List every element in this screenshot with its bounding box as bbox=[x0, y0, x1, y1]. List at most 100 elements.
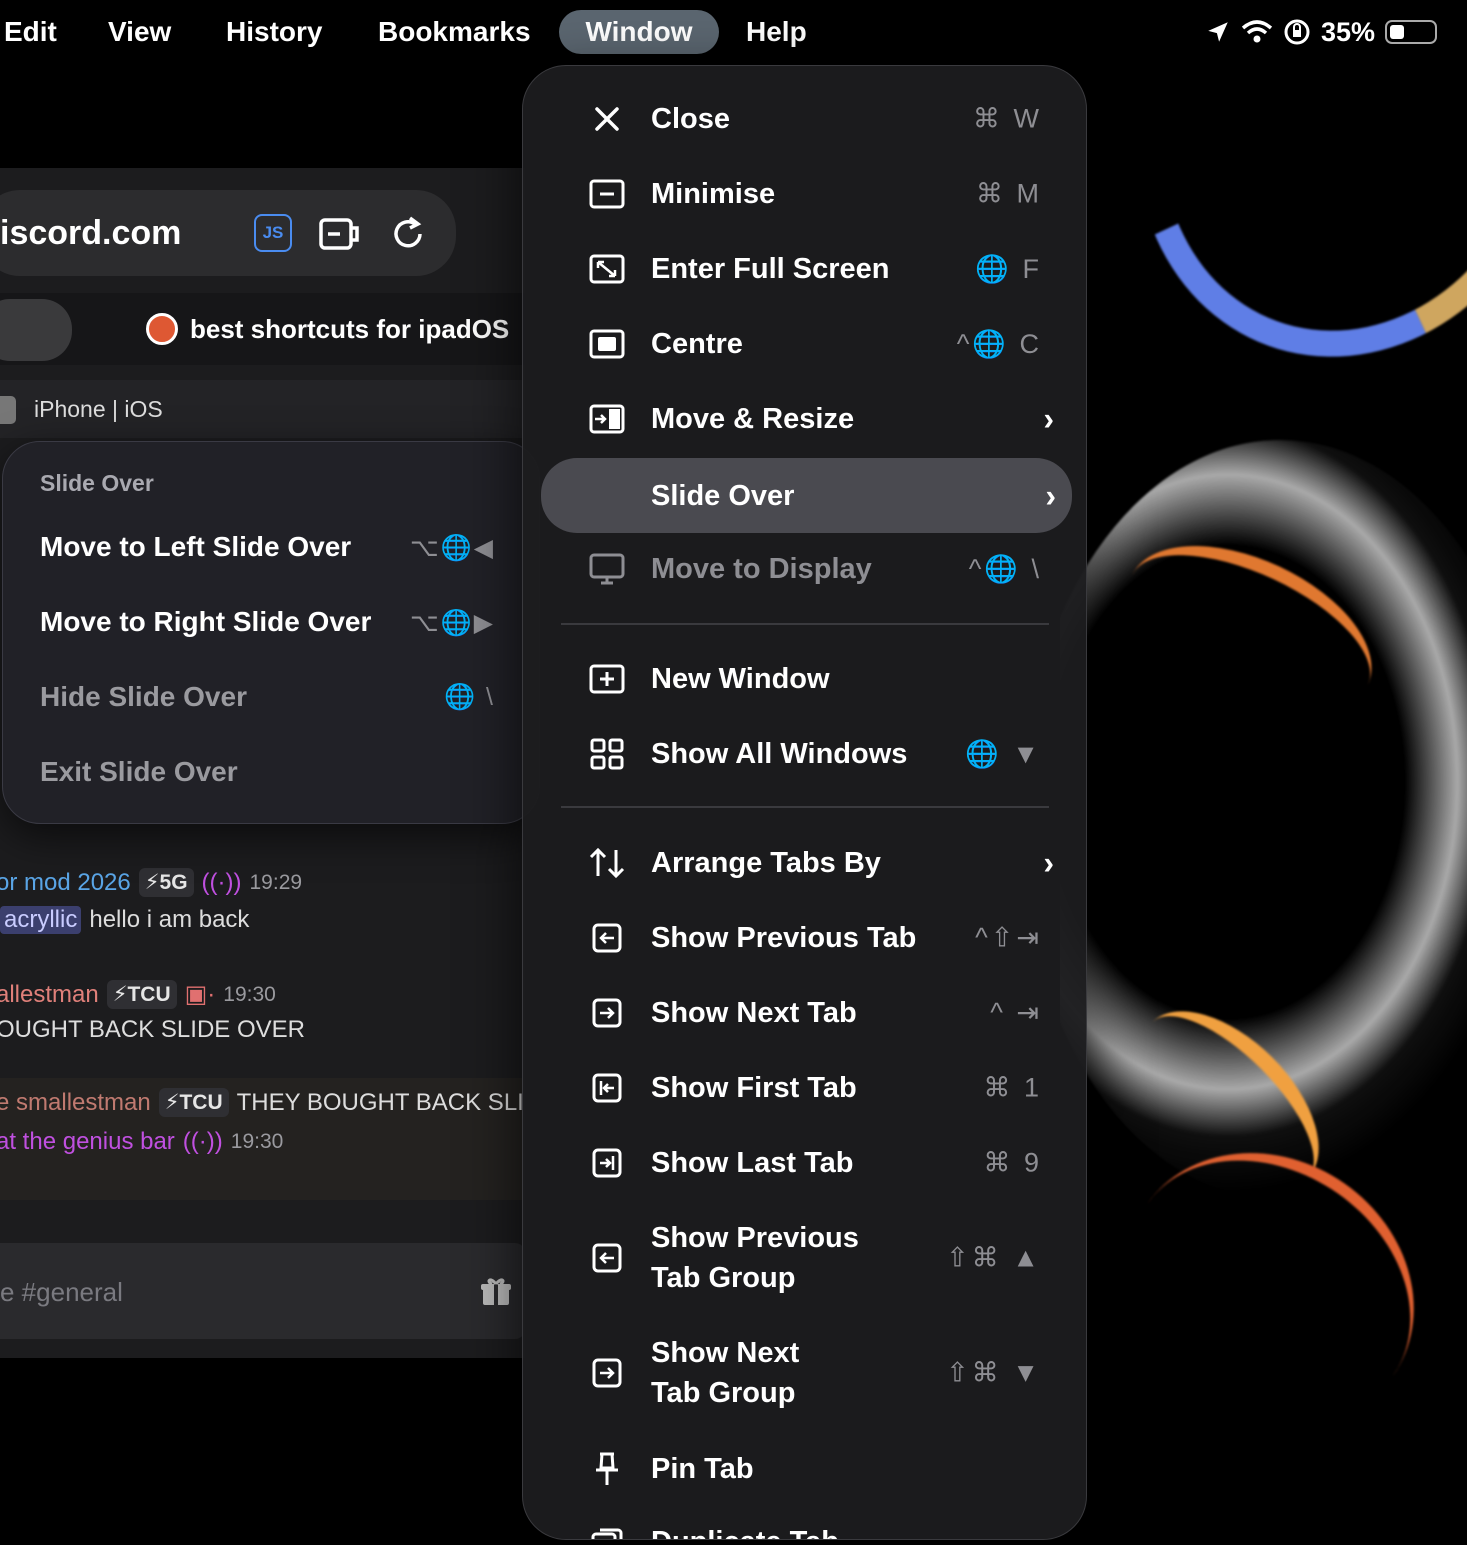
url-text[interactable]: iscord.com bbox=[0, 214, 181, 253]
menu-item-shortcut: ⌘ M bbox=[976, 178, 1042, 208]
menu-help[interactable]: Help bbox=[720, 10, 833, 54]
first-tab-icon bbox=[587, 1068, 627, 1108]
menu-item-label: Pin Tab bbox=[651, 1452, 754, 1485]
server-icon bbox=[0, 396, 16, 424]
menu-item-pin-tab[interactable]: Pin Tab bbox=[523, 1431, 1086, 1506]
menu-item-show-previous-tab[interactable]: Show Previous Tab ^⇧⇥ bbox=[523, 900, 1086, 975]
menu-item-label: Show All Windows bbox=[651, 737, 908, 770]
battery-icon bbox=[1385, 20, 1437, 44]
menu-item-duplicate-tab[interactable]: Duplicate Tab bbox=[523, 1504, 1086, 1539]
reload-icon[interactable] bbox=[388, 214, 428, 259]
previous-group-icon bbox=[587, 1238, 627, 1278]
battery-percent: 35% bbox=[1320, 16, 1375, 47]
menu-item-close[interactable]: Close ⌘ W bbox=[523, 81, 1086, 156]
chevron-right-icon: › bbox=[1045, 477, 1056, 513]
tab-inactive[interactable] bbox=[0, 299, 72, 361]
menu-item-label: Move to Display bbox=[651, 552, 872, 585]
channel-name: iPhone | iOS bbox=[34, 396, 163, 422]
menu-item-arrange-tabs-by[interactable]: Arrange Tabs By › bbox=[523, 825, 1086, 900]
menu-item-show-first-tab[interactable]: Show First Tab ⌘ 1 bbox=[523, 1050, 1086, 1125]
fullscreen-icon bbox=[587, 249, 627, 289]
menu-item-minimise[interactable]: Minimise ⌘ M bbox=[523, 156, 1086, 231]
wallpaper-swirl bbox=[1072, 1097, 1467, 1483]
menu-item-slide-over[interactable]: Slide Over › bbox=[541, 458, 1072, 533]
timestamp: 19:30 bbox=[230, 1130, 284, 1153]
menu-window[interactable]: Window bbox=[559, 10, 719, 54]
display-icon bbox=[587, 549, 627, 589]
menu-item-show-next-tab[interactable]: Show Next Tab ^ ⇥ bbox=[523, 975, 1086, 1050]
menu-item-shortcut: ⌘ 1 bbox=[983, 1072, 1042, 1102]
badge-icon: ▣· bbox=[184, 981, 216, 1008]
message-header: allestman ⚡TCU ▣· 19:30 bbox=[0, 980, 276, 1009]
chevron-right-icon: › bbox=[1043, 400, 1054, 436]
menu-item-shortcut: ⌥🌐▶ bbox=[409, 609, 495, 637]
menu-item-shortcut: ^ ⇥ bbox=[990, 997, 1042, 1027]
wifi-icon bbox=[1241, 19, 1273, 45]
menu-bookmarks[interactable]: Bookmarks bbox=[352, 10, 557, 54]
menu-item-move-right-slide-over[interactable]: Move to Right Slide Over ⌥🌐▶ bbox=[3, 592, 541, 652]
menu-item-shortcut: ⌥🌐◀ bbox=[409, 534, 495, 562]
menu-item-shortcut: ⇧⌘ ▲ bbox=[946, 1242, 1042, 1273]
menu-divider bbox=[561, 806, 1049, 808]
mention[interactable]: acryllic bbox=[0, 906, 82, 934]
tab-active-label[interactable]: best shortcuts for ipadOS bbox=[190, 314, 525, 345]
username[interactable]: e smallestman bbox=[0, 1089, 151, 1117]
menu-history[interactable]: History bbox=[200, 10, 348, 54]
location-icon bbox=[1205, 19, 1231, 45]
menu-edit[interactable]: Edit bbox=[0, 10, 83, 54]
next-tab-icon bbox=[587, 993, 627, 1033]
move-resize-icon bbox=[587, 399, 627, 439]
menu-item-exit-slide-over[interactable]: Exit Slide Over bbox=[3, 742, 541, 802]
menu-item-label: Arrange Tabs By bbox=[651, 846, 881, 879]
duckduckgo-icon bbox=[146, 313, 178, 345]
menu-item-hide-slide-over[interactable]: Hide Slide Over 🌐 \ bbox=[3, 667, 541, 727]
menu-item-shortcut: 🌐 \ bbox=[443, 683, 495, 711]
sort-arrows-icon bbox=[587, 843, 627, 883]
menu-item-label: New Window bbox=[651, 662, 830, 695]
submenu-header: Slide Over bbox=[40, 470, 154, 496]
js-toggle-button[interactable]: JS bbox=[254, 214, 292, 252]
username[interactable]: at the genius bar bbox=[0, 1128, 175, 1156]
grid-icon bbox=[587, 734, 627, 774]
menu-item-show-last-tab[interactable]: Show Last Tab ⌘ 9 bbox=[523, 1125, 1086, 1200]
menu-view[interactable]: View bbox=[82, 10, 197, 54]
gift-icon[interactable] bbox=[480, 1276, 512, 1316]
menu-item-move-left-slide-over[interactable]: Move to Left Slide Over ⌥🌐◀ bbox=[3, 517, 541, 577]
menu-item-label: Show Next Tab bbox=[651, 996, 857, 1029]
menu-item-label: Enter Full Screen bbox=[651, 252, 890, 285]
menu-item-shortcut: ⌘ W bbox=[973, 103, 1042, 133]
menu-item-centre[interactable]: Centre ^🌐 C bbox=[523, 306, 1086, 381]
previous-tab-icon bbox=[587, 918, 627, 958]
menu-item-shortcut: 🌐 F bbox=[975, 253, 1042, 284]
minimise-icon bbox=[587, 174, 627, 214]
menu-item-move-resize[interactable]: Move & Resize › bbox=[523, 381, 1086, 456]
menu-item-show-all-windows[interactable]: Show All Windows 🌐 ▼ bbox=[523, 716, 1086, 791]
menu-item-new-window[interactable]: New Window bbox=[523, 641, 1086, 716]
menu-item-label: Close bbox=[651, 102, 730, 135]
menu-item-label: Show Previous Tab Group bbox=[651, 1222, 859, 1294]
menu-item-show-previous-tab-group[interactable]: Show Previous Tab Group ⇧⌘ ▲ bbox=[523, 1203, 1086, 1313]
menu-item-shortcut: ^⇧⇥ bbox=[975, 922, 1042, 952]
menu-item-show-next-tab-group[interactable]: Show Next Tab Group ⇧⌘ ▼ bbox=[523, 1318, 1086, 1428]
menu-item-label: Move & Resize bbox=[651, 402, 855, 435]
last-tab-icon bbox=[587, 1143, 627, 1183]
orientation-lock-icon bbox=[1283, 18, 1311, 46]
extension-icon[interactable] bbox=[318, 214, 364, 259]
status-bar: 35% bbox=[1205, 14, 1437, 50]
menu-item-enter-full-screen[interactable]: Enter Full Screen 🌐 F bbox=[523, 231, 1086, 306]
window-menu: Close ⌘ W Minimise ⌘ M Enter Full Screen… bbox=[522, 65, 1087, 1540]
menu-bar: Edit View History Bookmarks Window Help … bbox=[0, 0, 1467, 64]
slide-over-submenu: Slide Over Move to Left Slide Over ⌥🌐◀ M… bbox=[2, 441, 540, 824]
user-tag: ⚡5G bbox=[138, 868, 194, 897]
username[interactable]: or mod 2026 bbox=[0, 869, 131, 897]
menu-item-shortcut: ⇧⌘ ▼ bbox=[946, 1357, 1042, 1388]
user-tag: ⚡TCU bbox=[158, 1088, 229, 1117]
message-input-placeholder[interactable]: e #general bbox=[0, 1277, 123, 1308]
message-header: at the genius bar ((·)) 19:30 bbox=[0, 1128, 283, 1156]
user-tag: ⚡TCU bbox=[106, 980, 177, 1009]
menu-item-label: Exit Slide Over bbox=[40, 756, 238, 787]
menu-item-move-to-display[interactable]: Move to Display ^🌐 \ bbox=[523, 531, 1086, 606]
username[interactable]: allestman bbox=[0, 981, 99, 1009]
reply-reference[interactable]: e smallestman ⚡TCU THEY BOUGHT BACK SLID… bbox=[0, 1088, 524, 1117]
menu-item-label: Move to Left Slide Over bbox=[40, 531, 352, 562]
